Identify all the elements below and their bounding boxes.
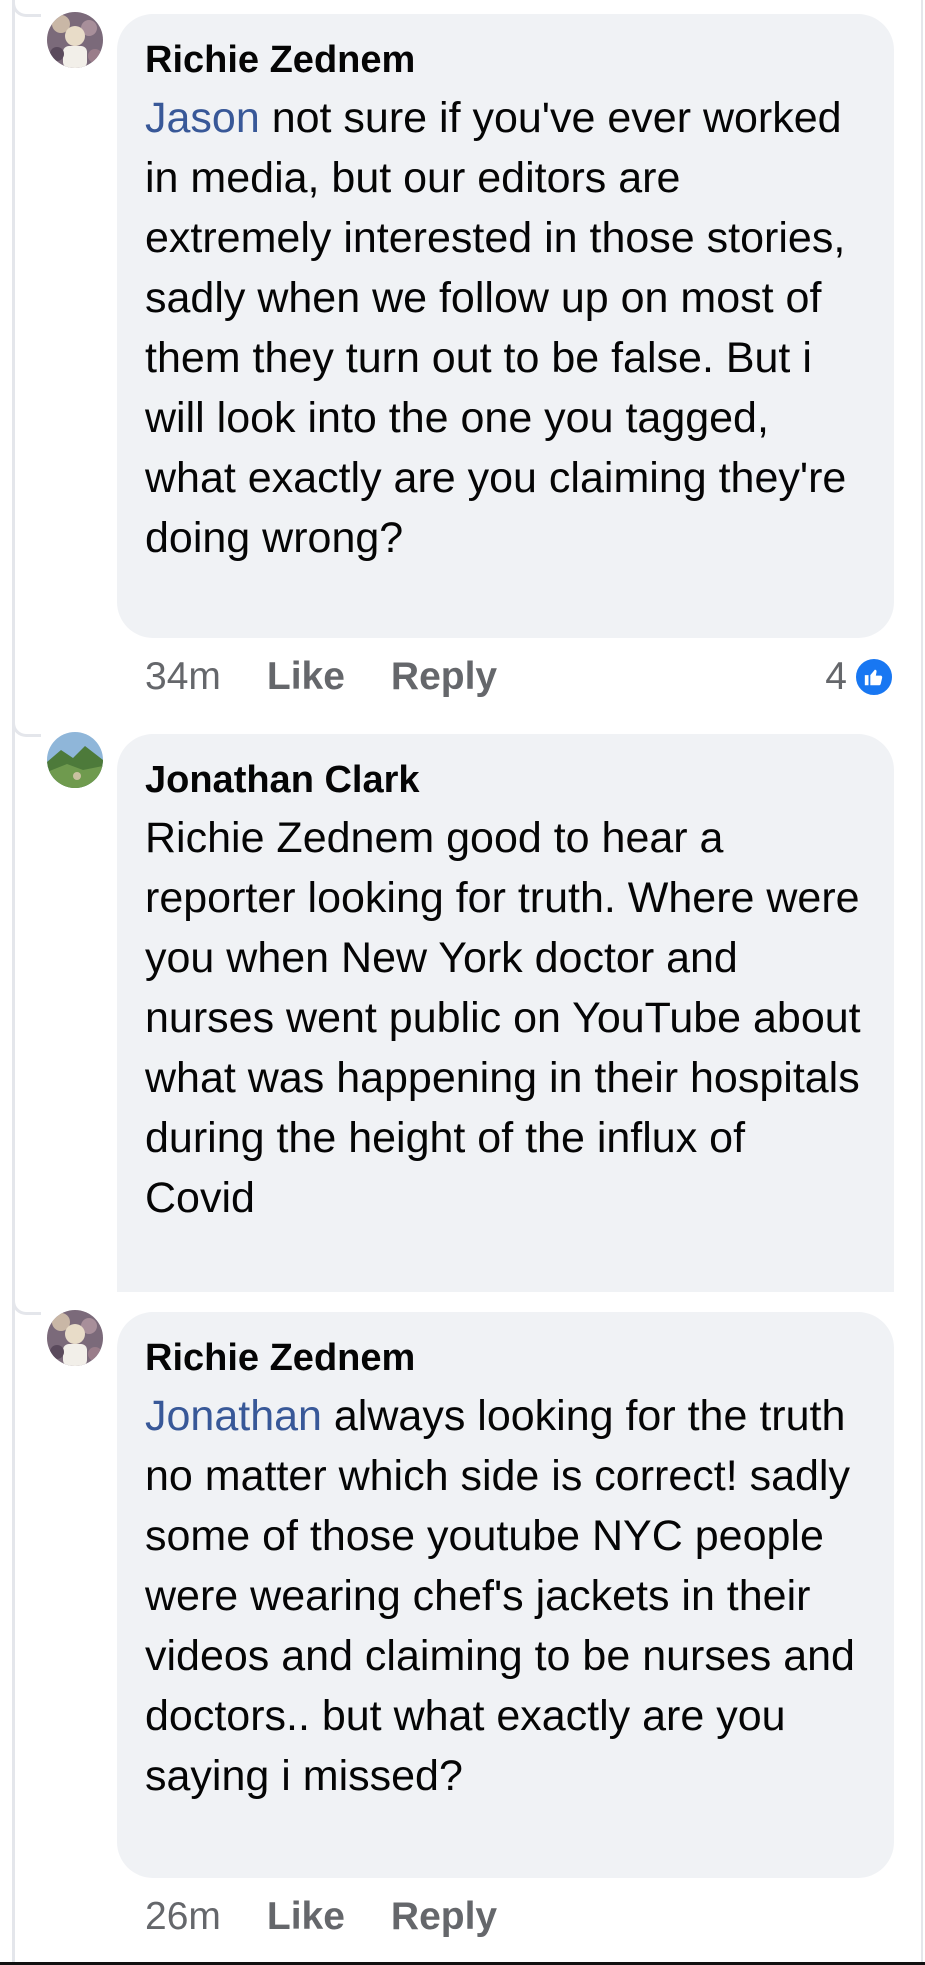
landscape-avatar-icon[interactable] bbox=[47, 732, 103, 788]
comment-bubble: Richie Zednem Jason not sure if you've e… bbox=[117, 14, 894, 638]
comment-actions: 34m Like Reply bbox=[145, 655, 543, 699]
thread-connector bbox=[12, 0, 41, 17]
comment-author[interactable]: Richie Zednem bbox=[145, 36, 866, 84]
reply-button[interactable]: Reply bbox=[391, 655, 497, 699]
mention-link[interactable]: Jason bbox=[145, 94, 260, 142]
thread-line bbox=[12, 0, 15, 1965]
like-button[interactable]: Like bbox=[267, 1895, 345, 1939]
thumbs-up-icon bbox=[853, 656, 895, 698]
comment-timestamp[interactable]: 26m bbox=[145, 1895, 221, 1939]
thread-connector bbox=[12, 1298, 41, 1315]
comment-author[interactable]: Jonathan Clark bbox=[145, 756, 866, 804]
mention-link[interactable]: Jonathan bbox=[145, 1392, 322, 1440]
reply-button[interactable]: Reply bbox=[391, 1895, 497, 1939]
comment-text: Jonathan always looking for the truth no… bbox=[145, 1392, 855, 1800]
comment-text: Richie Zednem good to hear a reporter lo… bbox=[145, 814, 861, 1222]
comment-actions: 26m Like Reply bbox=[145, 1895, 543, 1939]
right-divider bbox=[921, 0, 923, 1965]
comment-text: Jason not sure if you've ever worked in … bbox=[145, 94, 847, 562]
user-avatar-icon[interactable] bbox=[47, 1310, 103, 1366]
comment-author[interactable]: Richie Zednem bbox=[145, 1334, 866, 1382]
like-button[interactable]: Like bbox=[267, 655, 345, 699]
reaction-summary[interactable]: 4 bbox=[825, 655, 895, 699]
user-avatar-icon[interactable] bbox=[47, 12, 103, 68]
thread-connector bbox=[12, 720, 41, 737]
comment-timestamp[interactable]: 34m bbox=[145, 655, 221, 699]
comment-bubble: Jonathan Clark Richie Zednem good to hea… bbox=[117, 734, 894, 1292]
reaction-count: 4 bbox=[825, 655, 847, 698]
comment-bubble: Richie Zednem Jonathan always looking fo… bbox=[117, 1312, 894, 1878]
